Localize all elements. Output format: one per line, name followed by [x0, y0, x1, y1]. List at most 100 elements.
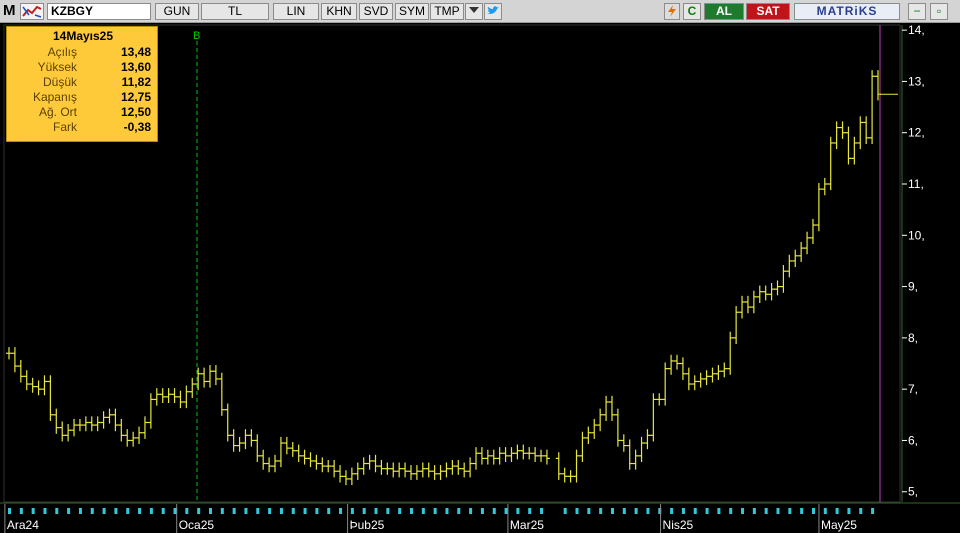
chart-type-icon[interactable] [20, 3, 44, 20]
tmp-button[interactable]: TMP [430, 3, 464, 20]
ohlc-bar [206, 365, 213, 388]
khn-button[interactable]: KHN [321, 3, 357, 20]
volume-tick [693, 508, 697, 514]
c-button[interactable]: C [683, 3, 701, 20]
ohlc-bar [620, 434, 627, 452]
volume-tick [587, 508, 591, 514]
volume-tick [681, 508, 685, 514]
ohlc-bar [354, 462, 361, 480]
ohlc-bar [413, 465, 420, 480]
ohlc-bar [76, 418, 83, 432]
ohlc-bar [632, 449, 639, 470]
twitter-icon[interactable] [484, 3, 502, 20]
volume-tick [599, 508, 603, 514]
ohlc-bar [431, 465, 438, 480]
volume-tick [102, 508, 106, 514]
minimize-icon[interactable]: − [908, 3, 926, 20]
volume-tick [256, 508, 260, 514]
ohlc-bar [626, 439, 633, 470]
volume-tick [741, 508, 745, 514]
ohlc-bar [136, 426, 143, 445]
volume-tick [480, 508, 484, 514]
ohlc-bar [697, 372, 704, 388]
y-tick-label: 6, [908, 433, 918, 447]
ohlc-bar [603, 395, 610, 421]
ohlc-bar [106, 408, 113, 424]
ohlc-bar [17, 359, 24, 383]
volume-tick [185, 508, 189, 514]
scale-button[interactable]: LIN [273, 3, 319, 20]
ohlc-bar [212, 365, 219, 386]
x-tick-label: May25 [821, 518, 857, 532]
x-tick-label: Nis25 [663, 518, 694, 532]
x-tick-label: Oca25 [179, 518, 215, 532]
svd-button[interactable]: SVD [359, 3, 393, 20]
ohlc-bar [467, 457, 474, 478]
ohlc-bar [372, 454, 379, 473]
ohlc-bar [514, 444, 521, 460]
ohlc-bar [532, 447, 539, 462]
volume-tick [717, 508, 721, 514]
ohlc-bar [88, 416, 95, 432]
ohlc-bar [774, 280, 781, 296]
sym-button[interactable]: SYM [395, 3, 429, 20]
volume-tick [197, 508, 201, 514]
ohlc-bar [183, 385, 190, 409]
volume-tick [55, 508, 59, 514]
volume-tick [847, 508, 851, 514]
y-tick-label: 11, [908, 177, 924, 191]
ohlc-bar [218, 372, 225, 416]
ohlc-bar [768, 282, 775, 301]
ohlc-bar [703, 370, 710, 386]
ohlc-bar [71, 418, 78, 437]
ohlc-bar [786, 254, 793, 278]
ohlc-bar [780, 265, 787, 293]
ohlc-bar [857, 116, 864, 150]
y-tick-label: 13, [908, 74, 925, 88]
volume-tick [492, 508, 496, 514]
dropdown-arrow-icon[interactable] [465, 3, 483, 20]
ohlc-bar [827, 136, 834, 191]
ohlc-bar [443, 462, 450, 478]
ohlc-bar [484, 449, 491, 465]
volume-tick [575, 508, 579, 514]
ohlc-bar [762, 285, 769, 301]
ohlc-bar [526, 447, 533, 460]
ohlc-bar [224, 403, 231, 442]
lightning-icon[interactable] [664, 3, 680, 20]
volume-tick [126, 508, 130, 514]
ohlc-bar [863, 116, 870, 144]
ohlc-bar [295, 444, 302, 462]
volume-tick [528, 508, 532, 514]
ohlc-bar [118, 418, 125, 442]
currency-button[interactable]: TL [201, 3, 269, 20]
ohlc-bar [307, 452, 314, 468]
ohlc-bar [236, 436, 243, 452]
price-chart[interactable]: B 5, 6, 7, 8, 9, 10, 11, 12, 13, 14, Ara24 Oca25 Þu… [0, 23, 960, 533]
restore-icon[interactable]: ▫ [930, 3, 948, 20]
ohlc-bar [342, 470, 349, 486]
ohlc-bar [674, 354, 681, 370]
ohlc-bar [260, 449, 267, 470]
ohlc-bar [35, 380, 42, 396]
ohlc-bar [390, 462, 397, 478]
ohlc-bar [644, 429, 651, 450]
ohlc-bar [254, 434, 261, 462]
ohlc-bar [384, 462, 391, 475]
ohlc-bar [508, 447, 515, 462]
ohlc-bar [47, 375, 54, 421]
ohlc-bar [597, 408, 604, 432]
volume-tick [350, 508, 354, 514]
symbol-input[interactable]: KZBGY [47, 3, 151, 20]
volume-tick [729, 508, 733, 514]
volume-tick [149, 508, 153, 514]
ohlc-bar [756, 285, 763, 303]
sell-button[interactable]: SAT [746, 3, 790, 20]
ohlc-bar [727, 331, 734, 375]
matriks-logo: M [3, 2, 16, 19]
period-button[interactable]: GUN [155, 3, 199, 20]
volume-tick [173, 508, 177, 514]
ohlc-bar [147, 393, 154, 429]
volume-tick [788, 508, 792, 514]
buy-button[interactable]: AL [704, 3, 744, 20]
